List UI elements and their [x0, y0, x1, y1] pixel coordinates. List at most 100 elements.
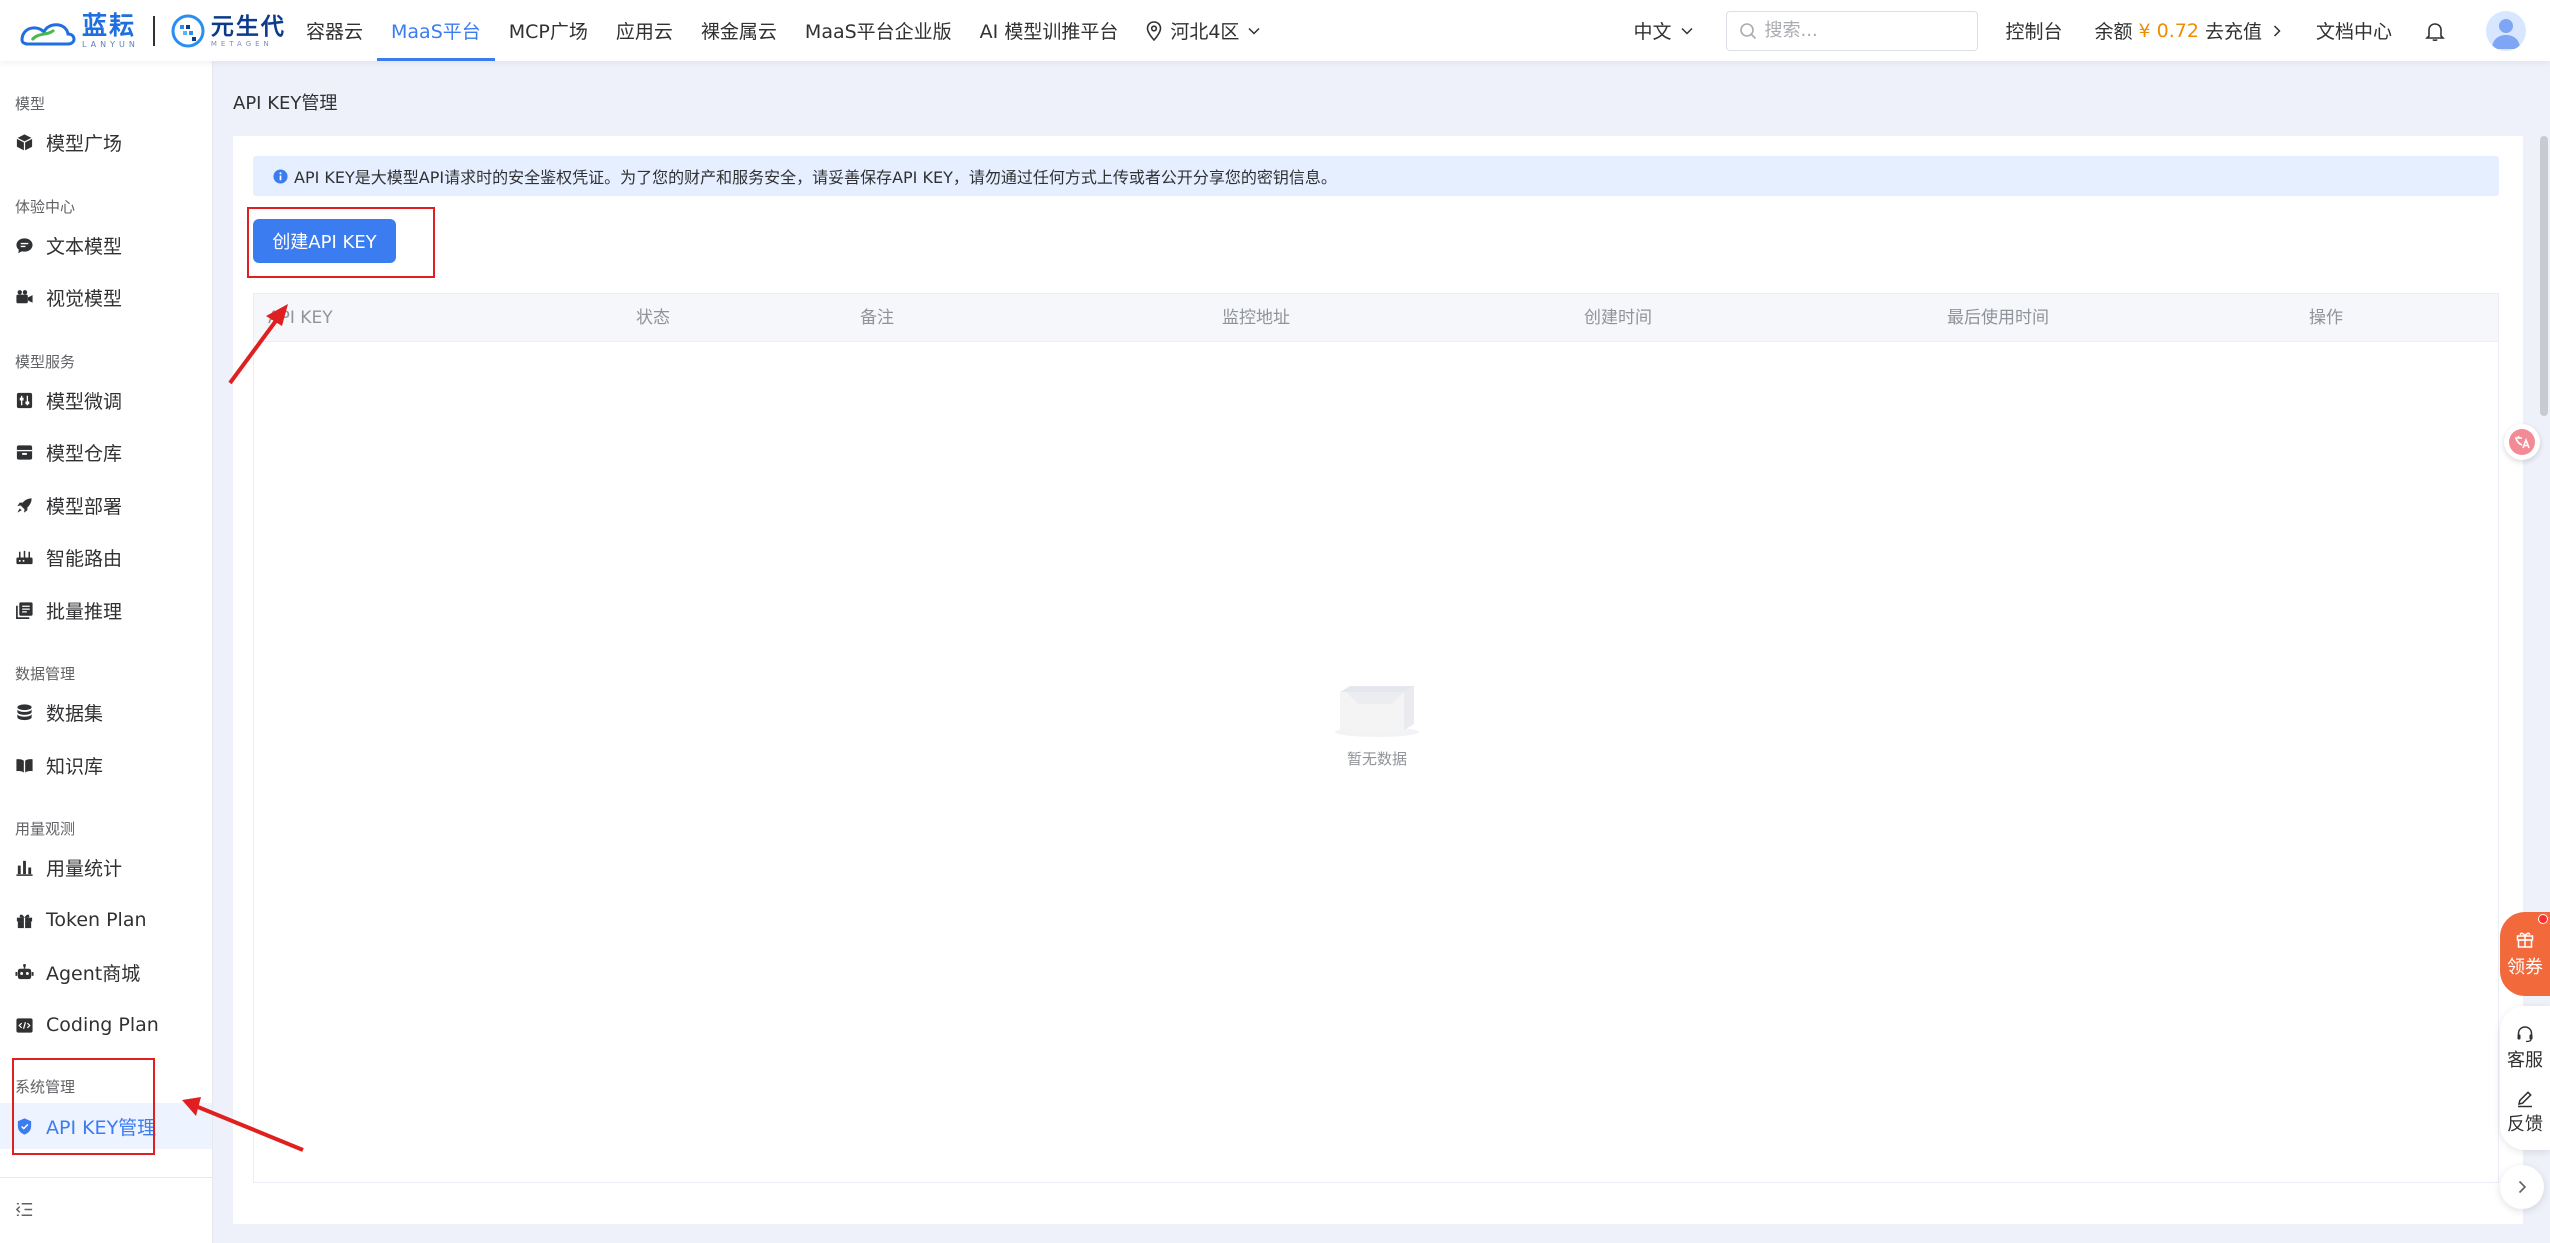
search-input[interactable] — [1764, 20, 1965, 41]
top-right-actions: 中文 控制台 余额 ¥ 0.72 去充值 文档中心 — [1633, 0, 2550, 61]
sidebar-item-label: Token Plan — [46, 909, 147, 931]
feedback-label: 反馈 — [2507, 1114, 2543, 1135]
sidebar-item-vision-model[interactable]: 视觉模型 — [0, 274, 212, 320]
column-header-api-key: API KEY — [268, 308, 333, 328]
sidebar-item-repo[interactable]: 模型仓库 — [0, 429, 212, 475]
info-icon — [273, 168, 288, 184]
empty-text: 暂无数据 — [1346, 750, 1407, 768]
sidebar-item-label: 视觉模型 — [46, 287, 123, 310]
main-nav: 容器云 MaaS平台 MCP广场 应用云 裸金属云 MaaS平台企业版 AI 模… — [292, 0, 1275, 61]
sidebar-item-label: 模型广场 — [46, 132, 123, 155]
logo-area[interactable]: 蓝耘 LANYUN 元生代 METAGEN — [18, 8, 286, 54]
translate-button[interactable] — [2504, 424, 2540, 460]
column-header-status: 状态 — [636, 308, 670, 328]
coupon-button[interactable]: 领券 — [2500, 912, 2550, 996]
cube-icon — [16, 133, 33, 151]
notification-dot — [2538, 914, 2548, 924]
annotation-box-sidebar-api-key — [12, 1058, 155, 1155]
code-window-icon — [16, 1017, 33, 1033]
chevron-right-icon — [2518, 1180, 2527, 1194]
lanyun-logo-icon — [20, 23, 76, 46]
sidebar-item-finetune[interactable]: 模型微调 — [0, 377, 212, 423]
sidebar-item-model-square[interactable]: 模型广场 — [0, 119, 212, 165]
sidebar-item-text-model[interactable]: 文本模型 — [0, 222, 212, 268]
customer-service-button[interactable]: 客服 — [2500, 1024, 2550, 1072]
language-selector[interactable]: 中文 — [1633, 17, 1693, 44]
info-alert: API KEY是大模型API请求时的安全鉴权凭证。为了您的财产和服务安全，请妥善… — [253, 156, 2499, 196]
router-icon — [16, 550, 33, 564]
lanyun-logo-subtext: LANYUN — [82, 40, 139, 49]
region-selector[interactable]: 河北4区 — [1132, 0, 1275, 61]
sidebar-item-dataset[interactable]: 数据集 — [0, 689, 212, 735]
robot-icon — [15, 963, 34, 979]
scrollbar-thumb[interactable] — [2540, 136, 2548, 416]
column-header-last-used-time: 最后使用时间 — [1947, 308, 2049, 328]
lanyun-logo-text: 蓝耘 — [82, 11, 137, 40]
feedback-button[interactable]: 反馈 — [2500, 1088, 2550, 1136]
location-pin-icon — [1147, 20, 1162, 41]
sidebar-item-token-plan[interactable]: Token Plan — [0, 897, 212, 943]
sidebar-item-router[interactable]: 智能路由 — [0, 534, 212, 580]
page-title: API KEY管理 — [233, 93, 338, 114]
expand-panel-button[interactable] — [2500, 1165, 2544, 1209]
chat-bubble-icon — [16, 237, 33, 253]
balance-recharge[interactable]: 余额 ¥ 0.72 去充值 — [2095, 17, 2284, 44]
sidebar-footer — [0, 1177, 212, 1243]
lanyun-logo[interactable]: 蓝耘 LANYUN — [18, 12, 139, 50]
nav-bare-metal-cloud[interactable]: 裸金属云 — [687, 0, 791, 61]
nav-maas-enterprise[interactable]: MaaS平台企业版 — [791, 0, 966, 61]
headset-icon — [2517, 1026, 2533, 1043]
sidebar-item-label: 文本模型 — [46, 235, 123, 258]
recharge-link[interactable]: 去充值 — [2205, 17, 2262, 44]
sidebar-item-label: Coding Plan — [46, 1014, 159, 1036]
search-icon — [1739, 22, 1756, 39]
search-box[interactable] — [1725, 10, 1978, 51]
sidebar-item-label: 模型仓库 — [46, 442, 123, 465]
nav-ai-training-platform[interactable]: AI 模型训推平台 — [966, 0, 1133, 61]
open-book-icon — [16, 758, 33, 773]
sidebar-item-knowledge[interactable]: 知识库 — [0, 742, 212, 788]
sidebar-item-label: Agent商城 — [46, 962, 141, 985]
collapse-sidebar-icon[interactable] — [15, 1200, 34, 1219]
sidebar-item-deploy[interactable]: 模型部署 — [0, 482, 212, 528]
sidebar-item-usage-stats[interactable]: 用量统计 — [0, 844, 212, 890]
sidebar-item-label: 模型部署 — [46, 495, 123, 518]
sidebar-section-data: 数据管理 — [15, 665, 76, 683]
bell-icon[interactable] — [2424, 20, 2446, 42]
nav-app-cloud[interactable]: 应用云 — [602, 0, 687, 61]
sidebar-section-experience: 体验中心 — [15, 198, 76, 216]
chevron-down-icon — [1680, 27, 1693, 35]
column-header-actions: 操作 — [2309, 308, 2343, 328]
sidebar-section-usage: 用量观测 — [15, 820, 76, 838]
edit-pencil-icon — [2518, 1091, 2532, 1108]
nav-mcp-square[interactable]: MCP广场 — [495, 0, 602, 61]
gift-icon — [2516, 932, 2534, 948]
console-link[interactable]: 控制台 — [2006, 17, 2063, 44]
nav-container-cloud[interactable]: 容器云 — [292, 0, 377, 61]
user-avatar-icon — [2492, 18, 2520, 49]
region-label: 河北4区 — [1170, 21, 1240, 43]
yuanshengdai-logo[interactable]: 元生代 METAGEN — [169, 12, 286, 50]
sidebar-item-coding-plan[interactable]: Coding Plan — [0, 1002, 212, 1048]
avatar[interactable] — [2486, 10, 2526, 51]
nav-maas-platform[interactable]: MaaS平台 — [377, 0, 495, 61]
sliders-icon — [16, 392, 33, 408]
empty-box-icon — [1335, 686, 1419, 737]
yuanshengdai-logo-subtext: METAGEN — [210, 39, 273, 48]
sidebar-item-batch[interactable]: 批量推理 — [0, 587, 212, 633]
chevron-down-icon — [1248, 27, 1260, 35]
yuanshengdai-logo-text: 元生代 — [210, 13, 286, 40]
docs-center-link[interactable]: 文档中心 — [2316, 17, 2392, 44]
annotation-box-create-button — [247, 207, 435, 278]
balance-amount: ¥ 0.72 — [2138, 19, 2199, 42]
table-header: API KEY 状态 备注 监控地址 创建时间 最后使用时间 操作 — [254, 294, 2498, 342]
rocket-icon — [17, 497, 32, 513]
sidebar-item-agent-store[interactable]: Agent商城 — [0, 949, 212, 995]
api-key-table: API KEY 状态 备注 监控地址 创建时间 最后使用时间 操作 暂无数据 — [253, 293, 2499, 1183]
customer-service-label: 客服 — [2507, 1050, 2543, 1071]
sidebar-item-label: 知识库 — [46, 755, 104, 778]
bar-chart-icon — [16, 860, 33, 876]
sidebar-section-service: 模型服务 — [15, 353, 76, 371]
empty-state: 暂无数据 — [1322, 682, 1432, 769]
sidebar-item-label: 模型微调 — [46, 390, 123, 413]
